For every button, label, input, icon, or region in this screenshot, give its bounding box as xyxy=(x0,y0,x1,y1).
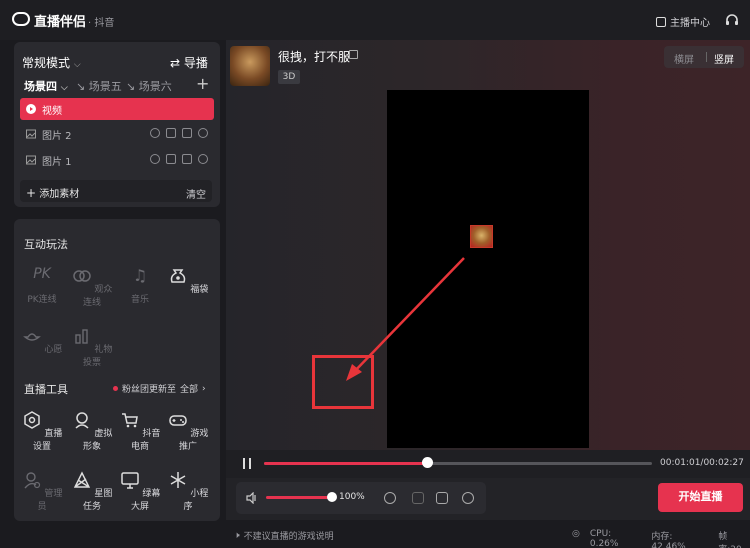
progress-fill xyxy=(264,462,427,465)
annotation-box xyxy=(312,355,374,409)
host-center-link[interactable]: 主播中心 xyxy=(656,14,710,29)
tab-scene-6[interactable]: ↘ 场景六 xyxy=(126,78,172,94)
speaker-icon[interactable] xyxy=(246,492,258,504)
admin-icon xyxy=(24,472,40,489)
layer-label: 视频 xyxy=(42,105,62,117)
star-task-tool[interactable]: 星图任务 xyxy=(70,470,114,512)
layer-label: 图片 1 xyxy=(42,156,72,168)
fan-club-notice[interactable]: 粉丝团更新至 全部 › xyxy=(113,382,206,395)
hexagon-gear-icon xyxy=(23,411,40,429)
game-hint-link[interactable]: 🕨 不建议直播的游戏说明 xyxy=(234,529,334,543)
image-icon xyxy=(26,129,36,139)
star-map-icon xyxy=(73,471,90,488)
ecommerce-tool[interactable]: 抖音电商 xyxy=(118,410,162,452)
pk-link-tool[interactable]: PK PK连线 xyxy=(20,266,64,305)
tools-title: 直播工具 xyxy=(24,383,68,396)
trash-icon[interactable] xyxy=(182,128,192,138)
gear-icon[interactable] xyxy=(198,128,208,138)
notice-dot xyxy=(113,386,118,391)
image-icon xyxy=(26,155,36,165)
add-material-button[interactable]: + 添加素材 xyxy=(26,185,79,200)
link-icon xyxy=(72,270,91,282)
layer-video[interactable]: 视频 xyxy=(20,98,214,120)
green-screen-tool[interactable]: 绿幕大屏 xyxy=(118,470,162,512)
chart-icon xyxy=(656,16,666,27)
swap-icon: ⇄ xyxy=(170,56,181,70)
lucky-bag-tool[interactable]: 福袋 xyxy=(166,266,210,295)
lock-icon[interactable] xyxy=(166,154,176,164)
cpu-stat: CPU: 0.26% xyxy=(589,529,619,548)
app-title: 直播伴侣 xyxy=(34,15,87,30)
music-icon: ♫ xyxy=(132,266,148,285)
audience-link-tool[interactable]: 观众连线 xyxy=(70,266,114,308)
screen-capture-icon[interactable] xyxy=(412,492,424,504)
lucky-bag-icon xyxy=(170,269,185,283)
mini-program-tool[interactable]: 小程序 xyxy=(166,470,210,512)
all-link[interactable]: 全部 xyxy=(180,382,198,395)
clear-button[interactable]: 清空 xyxy=(186,186,206,201)
gamepad-icon xyxy=(168,415,187,426)
tab-scene-5[interactable]: ↘ 场景五 xyxy=(76,78,122,94)
horizontal-button[interactable]: 横屏 xyxy=(674,51,694,66)
refresh-icon[interactable] xyxy=(384,492,396,504)
monitor-icon xyxy=(120,472,139,489)
host-center-label: 主播中心 xyxy=(670,18,710,29)
volume-handle[interactable] xyxy=(327,492,337,502)
app-subtitle: · 抖音 xyxy=(88,18,115,29)
gift-vote-tool[interactable]: 礼物投票 xyxy=(70,326,114,368)
streamer-name: 很拽，打不服 xyxy=(278,50,351,64)
fps-stat: 帧率:20 xyxy=(718,532,742,548)
canvas-image-element[interactable] xyxy=(470,225,493,248)
start-live-button[interactable]: 开始直播 xyxy=(658,483,743,512)
mini-program-icon xyxy=(170,472,185,488)
avatar-tool[interactable]: 虚拟形象 xyxy=(70,410,114,452)
layer-image-1[interactable]: 图片 1 xyxy=(20,149,214,171)
wish-tool[interactable]: 心愿 xyxy=(20,326,64,355)
speaker-muted-icon: 🕨 xyxy=(234,530,240,541)
plus-icon: + xyxy=(26,186,37,200)
3d-badge: 3D xyxy=(278,70,300,84)
add-scene-button[interactable]: + xyxy=(196,74,209,93)
live-settings-tool[interactable]: 直播设置 xyxy=(20,410,64,452)
play-icon xyxy=(26,104,36,114)
bar-chart-icon xyxy=(74,329,88,344)
trash-icon[interactable] xyxy=(182,154,192,164)
volume-slider[interactable] xyxy=(266,496,334,499)
mode-select[interactable]: 常规模式 ⌵ xyxy=(22,54,81,71)
pk-icon: PK xyxy=(33,266,51,282)
eye-off-icon[interactable] xyxy=(150,128,160,138)
camera-icon[interactable] xyxy=(436,492,448,504)
gauge-icon: ◎ xyxy=(572,529,580,539)
game-promo-tool[interactable]: 游戏推广 xyxy=(166,410,210,452)
headset-icon[interactable] xyxy=(724,12,740,28)
app-logo-icon xyxy=(12,12,30,26)
gear-icon[interactable] xyxy=(198,154,208,164)
cart-icon xyxy=(121,413,138,428)
system-stats: ◎ CPU: 0.26% 内存: 42.46% 帧率:20 xyxy=(572,529,750,548)
volume-value: 100% xyxy=(339,492,365,502)
eye-off-icon[interactable] xyxy=(150,154,160,164)
streamer-avatar[interactable] xyxy=(230,46,270,86)
edit-icon[interactable] xyxy=(349,50,358,59)
vertical-button[interactable]: 竖屏 xyxy=(714,51,734,66)
layer-image-2[interactable]: 图片 2 xyxy=(20,123,214,145)
interactive-title: 互动玩法 xyxy=(24,238,68,251)
virtual-avatar-icon xyxy=(75,412,89,429)
tab-scene-4[interactable]: 场景四 ⌵ xyxy=(24,78,68,94)
music-tool[interactable]: ♫ 音乐 xyxy=(118,266,162,305)
orientation-divider xyxy=(706,52,707,62)
progress-handle[interactable] xyxy=(421,457,433,468)
admin-tool[interactable]: 管理员 xyxy=(20,470,64,512)
layer-label: 图片 2 xyxy=(42,130,72,142)
settings-icon[interactable] xyxy=(462,492,474,504)
live-canvas[interactable] xyxy=(387,90,589,448)
wish-lamp-icon xyxy=(22,333,41,341)
chevron-right-icon: › xyxy=(202,383,206,394)
lock-icon[interactable] xyxy=(166,128,176,138)
guide-button[interactable]: ⇄ 导播 xyxy=(170,54,208,71)
memory-stat: 内存: 42.46% xyxy=(651,532,686,548)
playback-time: 00:01:01/00:02:27 xyxy=(660,458,744,468)
pause-icon[interactable] xyxy=(243,458,251,469)
